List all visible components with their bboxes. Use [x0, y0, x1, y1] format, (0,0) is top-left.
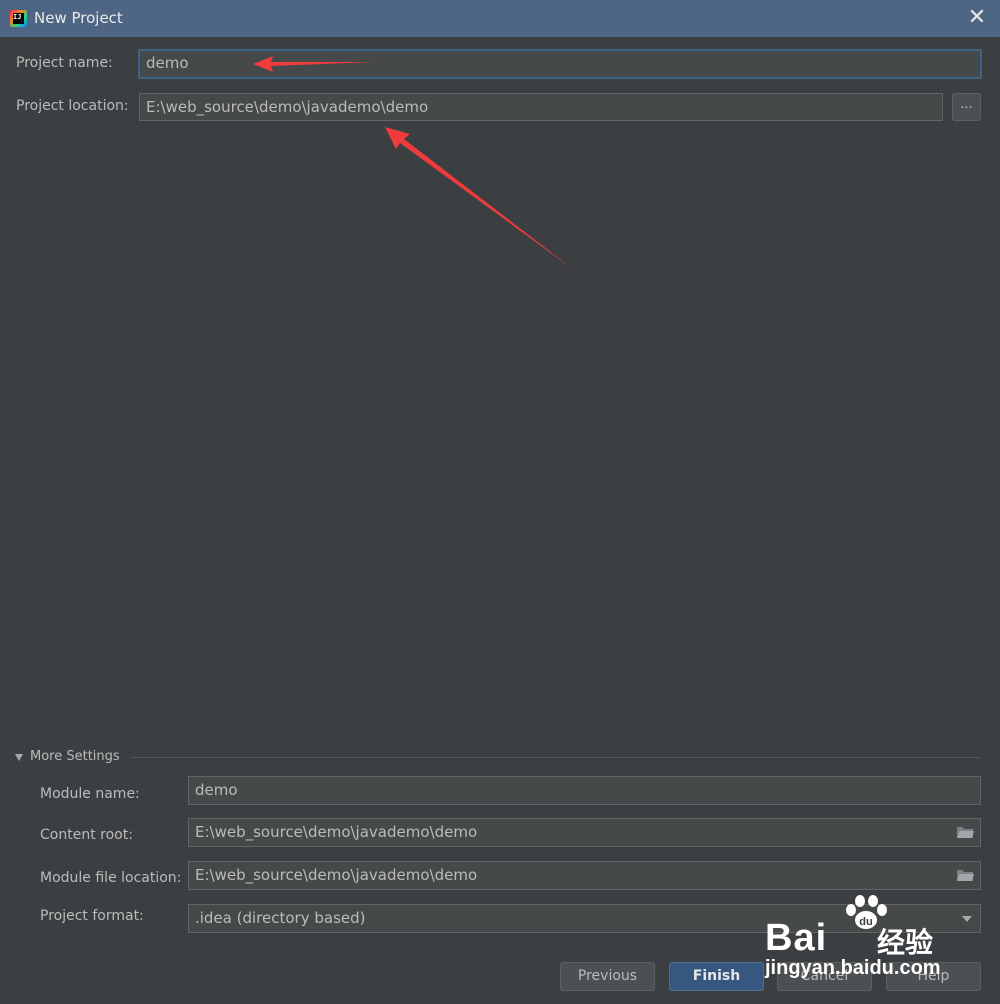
content-root-input[interactable]: E:\web_source\demo\javademo\demo	[188, 818, 981, 847]
project-name-input[interactable]: demo	[138, 49, 982, 79]
project-location-input[interactable]: E:\web_source\demo\javademo\demo	[139, 93, 943, 121]
content-root-value: E:\web_source\demo\javademo\demo	[195, 823, 478, 841]
window-title: New Project	[34, 9, 123, 27]
module-name-label: Module name:	[40, 786, 140, 802]
module-file-location-input[interactable]: E:\web_source\demo\javademo\demo	[188, 861, 981, 890]
browse-location-button[interactable]: ...	[952, 93, 981, 121]
cancel-button[interactable]: Cancel	[777, 962, 872, 991]
project-location-label: Project location:	[16, 98, 129, 114]
help-button[interactable]: Help	[886, 962, 981, 991]
project-name-label: Project name:	[16, 55, 113, 71]
content-root-label: Content root:	[40, 827, 133, 843]
intellij-idea-icon: IJ	[10, 10, 27, 27]
annotation-arrow-location	[385, 127, 574, 270]
more-settings-toggle[interactable]: More Settings	[30, 749, 120, 764]
previous-button[interactable]: Previous	[560, 962, 655, 991]
module-name-input[interactable]: demo	[188, 776, 981, 805]
project-format-value: .idea (directory based)	[195, 909, 366, 927]
collapse-triangle-icon[interactable]	[15, 754, 23, 761]
module-file-location-value: E:\web_source\demo\javademo\demo	[195, 866, 478, 884]
project-format-select[interactable]: .idea (directory based)	[188, 904, 981, 933]
folder-icon[interactable]	[956, 826, 974, 839]
project-format-label: Project format:	[40, 908, 144, 924]
annotation-arrows	[253, 56, 574, 270]
module-file-location-label: Module file location:	[40, 870, 182, 886]
section-divider	[130, 757, 981, 758]
finish-button[interactable]: Finish	[669, 962, 764, 991]
close-icon[interactable]: ✕	[964, 5, 990, 31]
folder-icon[interactable]	[956, 869, 974, 882]
title-bar: IJ New Project ✕	[0, 0, 1000, 37]
dropdown-arrow-icon	[962, 916, 972, 922]
